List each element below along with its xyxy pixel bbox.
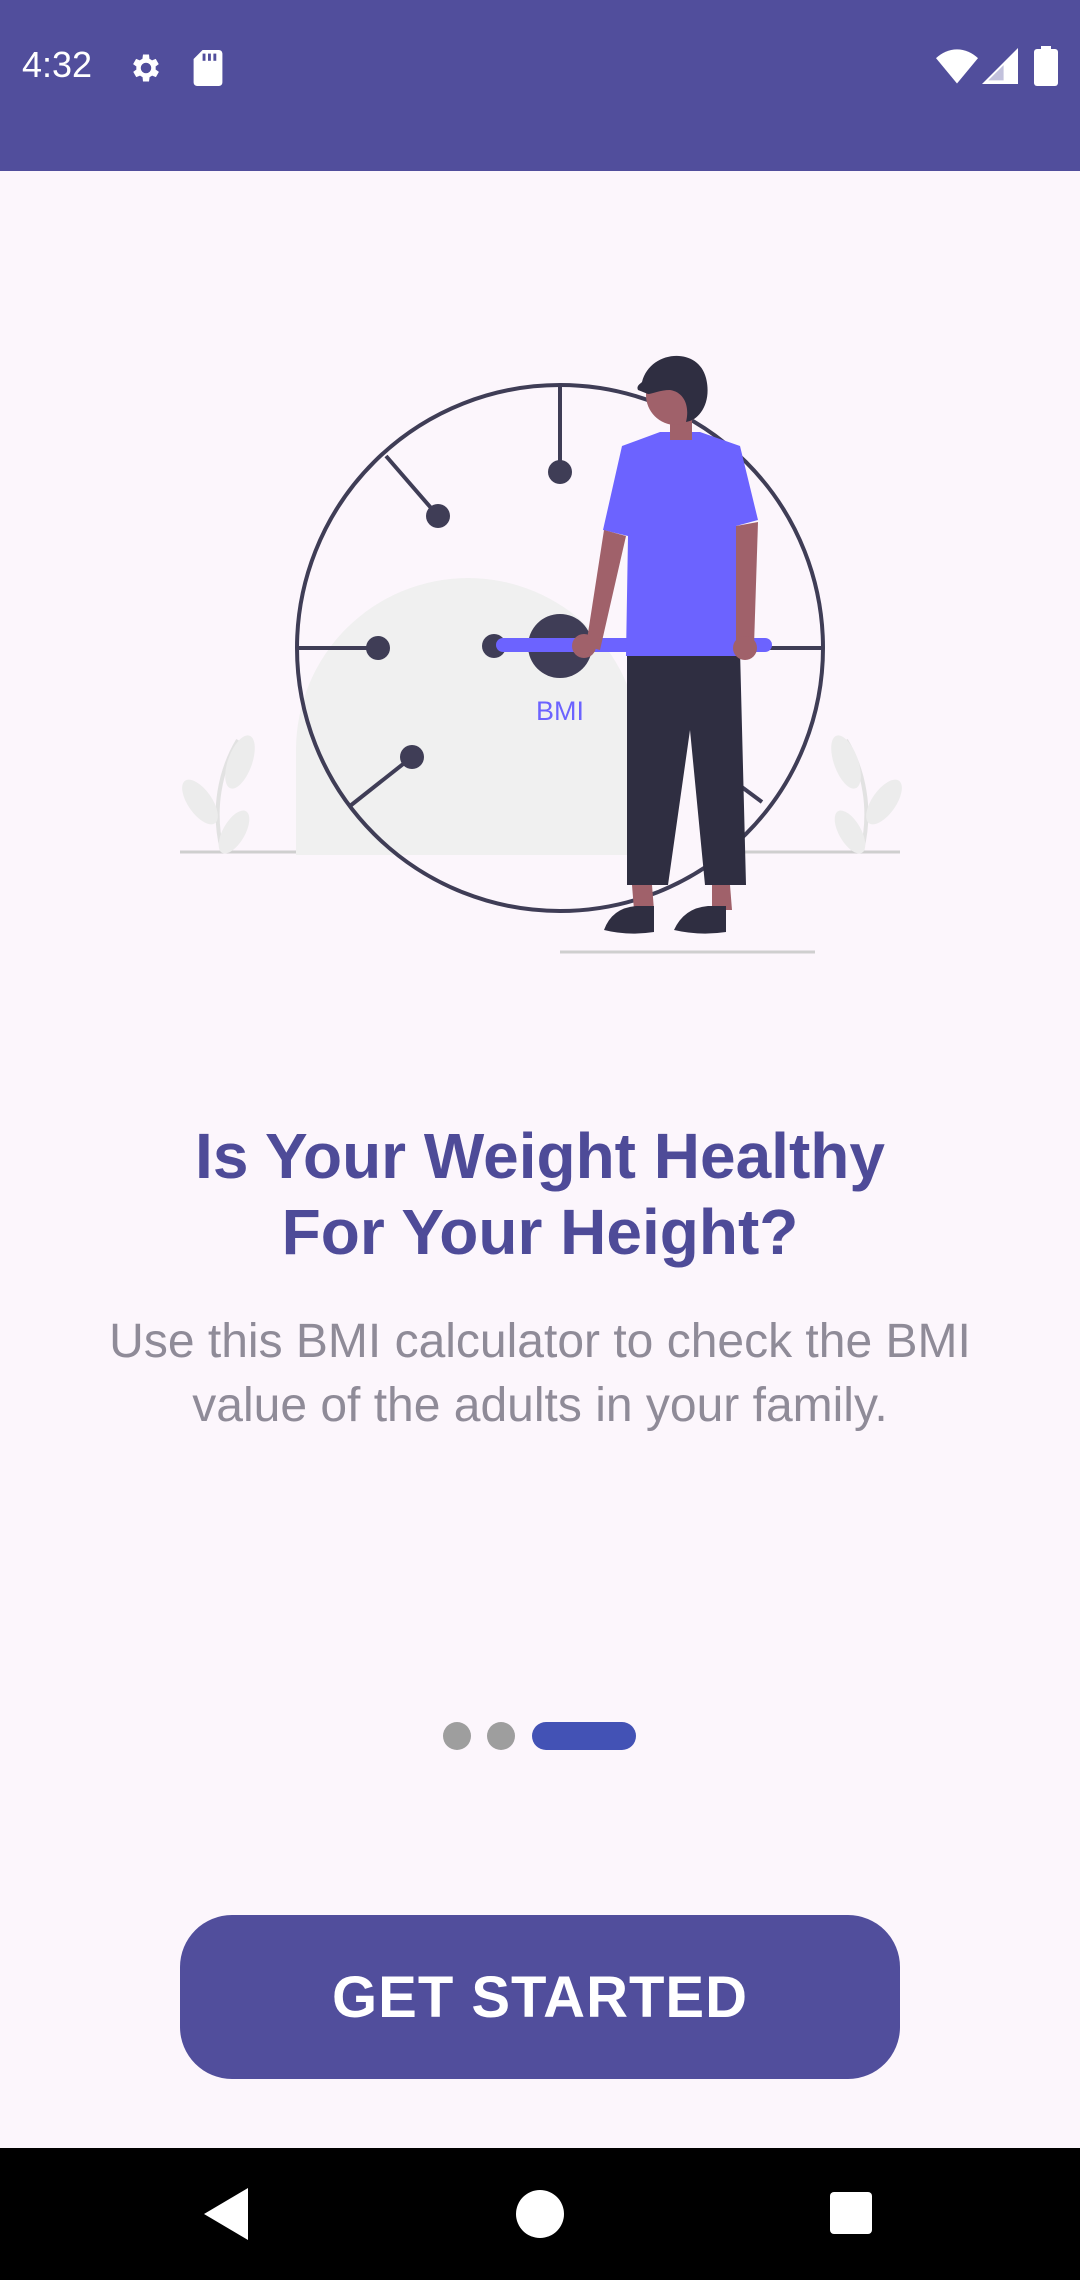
cellular-signal-icon [982, 48, 1018, 84]
page-dot-3-active[interactable] [532, 1722, 636, 1750]
navigation-bar [0, 2148, 1080, 2280]
onboarding-title-line1: Is Your Weight Healthy [195, 1120, 885, 1192]
home-icon[interactable] [516, 2184, 564, 2244]
status-time: 4:32 [22, 44, 93, 85]
onboarding-description: Use this BMI calculator to check the BMI… [40, 1310, 1040, 1438]
onboarding-description-line1: Use this BMI calculator to check the BMI [109, 1315, 971, 1368]
page-indicator [0, 1720, 1080, 1750]
get-started-button[interactable]: GET STARTED [180, 1915, 900, 2079]
bmi-illustration: BMI [180, 355, 902, 954]
page-dot-1[interactable] [443, 1722, 471, 1750]
onboarding-description-line2: value of the adults in your family. [192, 1379, 888, 1432]
gear-icon [133, 54, 159, 82]
recents-icon[interactable] [828, 2184, 874, 2244]
wifi-icon [936, 49, 978, 84]
plant-right-icon [831, 735, 902, 854]
plant-left-icon [182, 735, 255, 854]
page-dot-2[interactable] [487, 1722, 515, 1750]
status-bar: 4:32 [0, 0, 1080, 171]
gauge-label: BMI [536, 696, 584, 726]
onboarding-title: Is Your Weight Healthy For Your Height? [0, 1118, 1080, 1270]
sd-card-icon [193, 50, 223, 86]
back-icon[interactable] [200, 2184, 252, 2244]
battery-icon [1034, 46, 1058, 86]
onboarding-title-line2: For Your Height? [281, 1196, 799, 1268]
